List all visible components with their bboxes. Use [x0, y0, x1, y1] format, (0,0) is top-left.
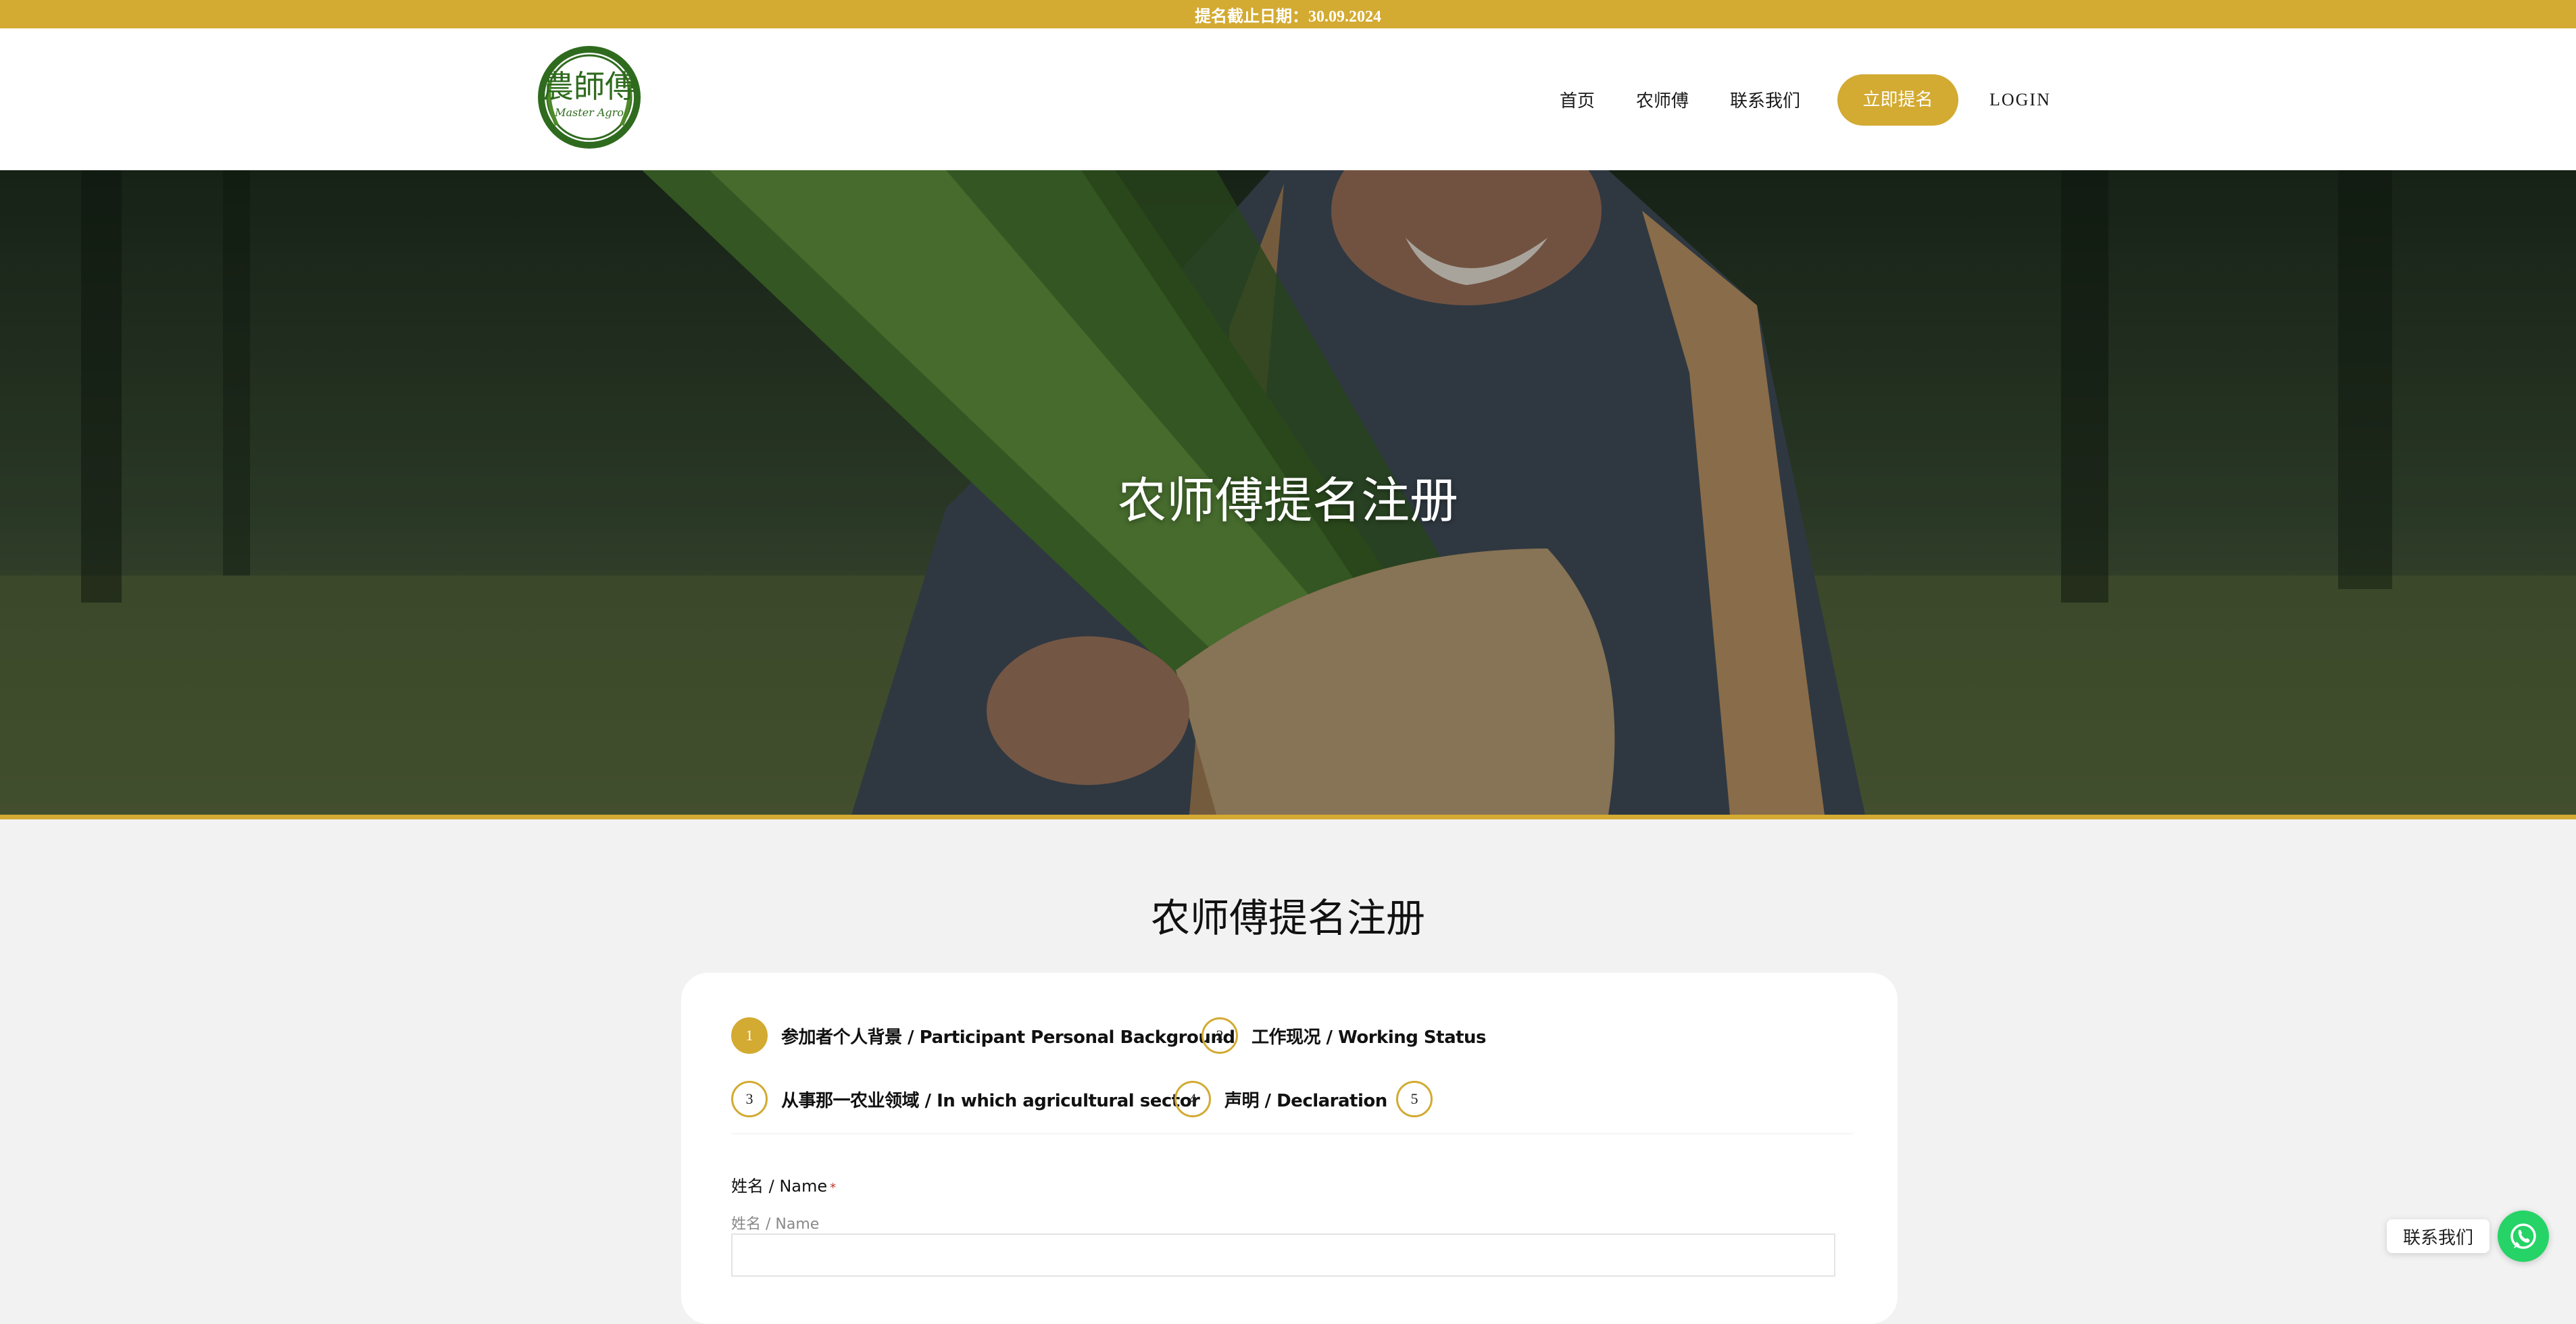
nomination-form-card: 1 参加者个人背景 / Participant Personal Backgro… [681, 973, 1898, 1324]
step-1-label: 参加者个人背景 / Participant Personal Backgroun… [781, 1027, 1235, 1048]
step-1-number: 1 [731, 1017, 768, 1054]
step-2[interactable]: 2 工作现况 / Working Status [1202, 1017, 1487, 1054]
nominate-now-button[interactable]: 立即提名 [1837, 74, 1958, 126]
step-5[interactable]: 5 [1396, 1081, 1433, 1117]
name-label-text: 姓名 / Name [731, 1177, 828, 1196]
site-logo[interactable]: 農師傅 Master Agro [537, 41, 642, 157]
step-4-label: 声明 / Declaration [1224, 1090, 1387, 1111]
step-2-number: 2 [1202, 1017, 1238, 1054]
step-3[interactable]: 3 从事那一农业领域 / In which agricultural secto… [731, 1081, 1200, 1117]
name-field-label: 姓名 / Name * [731, 1173, 836, 1196]
step-4[interactable]: 4 声明 / Declaration [1174, 1081, 1387, 1117]
hero-banner: 农师傅提名注册 [0, 170, 2576, 815]
step-4-number: 4 [1174, 1081, 1211, 1117]
svg-text:Master Agro: Master Agro [554, 106, 624, 119]
step-5-number: 5 [1396, 1081, 1433, 1117]
step-2-label: 工作现况 / Working Status [1252, 1027, 1487, 1048]
whatsapp-chat-label[interactable]: 联系我们 [2387, 1219, 2490, 1253]
nav-contact[interactable]: 联系我们 [1730, 76, 1800, 127]
name-input[interactable] [731, 1233, 1835, 1277]
page-title: 农师傅提名注册 [1150, 895, 1425, 941]
step-3-label: 从事那一农业领域 / In which agricultural sector [781, 1090, 1200, 1111]
step-3-number: 3 [731, 1081, 768, 1117]
login-link[interactable]: LOGIN [1989, 74, 2051, 126]
hero-title: 农师傅提名注册 [1117, 472, 1458, 529]
hero-divider [0, 815, 2576, 819]
deadline-text: 提名截止日期：30.09.2024 [1195, 7, 1381, 26]
whatsapp-icon [2510, 1223, 2536, 1249]
required-mark: * [830, 1181, 837, 1195]
nav-master-agro[interactable]: 农师傅 [1636, 76, 1689, 127]
announcement-bar: 提名截止日期：30.09.2024 [0, 0, 2576, 28]
step-1[interactable]: 1 参加者个人背景 / Participant Personal Backgro… [731, 1017, 1235, 1054]
nav-home[interactable]: 首页 [1560, 76, 1595, 127]
site-header: 農師傅 Master Agro 首页 农师傅 联系我们 立即提名 LOGIN [0, 28, 2576, 170]
name-field-hint: 姓名 / Name [731, 1216, 820, 1233]
svg-text:農師傅: 農師傅 [543, 68, 636, 105]
whatsapp-chat-button[interactable] [2498, 1211, 2549, 1262]
